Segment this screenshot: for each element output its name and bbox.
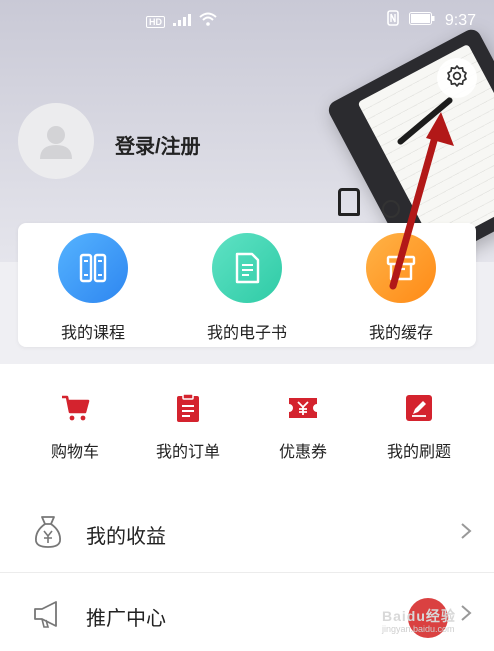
order-icon xyxy=(133,393,243,423)
my-cache-button[interactable]: 我的缓存 xyxy=(331,233,471,343)
cart-icon xyxy=(20,393,130,423)
shopping-cart-button[interactable]: 购物车 xyxy=(20,393,130,462)
exercise-icon xyxy=(364,393,474,423)
user-silhouette-icon xyxy=(40,126,72,159)
my-orders-button[interactable]: 我的订单 xyxy=(133,393,243,462)
clock: 9:37 xyxy=(444,11,476,29)
battery-icon xyxy=(408,11,435,30)
chevron-right-icon xyxy=(460,522,472,545)
baidu-jingyan-watermark: Baidu经验 jingyan.baidu.com xyxy=(378,598,478,638)
watermark-url: jingyan.baidu.com xyxy=(382,624,455,634)
my-content-card: 我的课程 我的电子书 我的缓存 xyxy=(18,223,476,347)
books-icon xyxy=(58,233,128,303)
my-ebooks-label: 我的电子书 xyxy=(206,325,287,342)
watermark-brand: Baidu经验 xyxy=(382,608,456,624)
binder-clip-decoration xyxy=(338,188,360,216)
status-bar: HD 9:37 xyxy=(0,0,494,40)
wifi-icon xyxy=(199,12,217,31)
download-box-icon xyxy=(366,233,436,303)
ebook-icon xyxy=(212,233,282,303)
my-exercises-label: 我的刷题 xyxy=(386,444,451,461)
money-bag-icon xyxy=(30,514,66,550)
nfc-icon xyxy=(387,10,399,31)
my-orders-label: 我的订单 xyxy=(155,444,220,461)
my-courses-label: 我的课程 xyxy=(60,325,125,342)
my-cache-label: 我的缓存 xyxy=(368,325,433,342)
my-earnings-label: 我的收益 xyxy=(86,526,166,548)
hd-badge: HD xyxy=(146,15,165,28)
settings-button[interactable] xyxy=(437,58,477,98)
my-exercises-button[interactable]: 我的刷题 xyxy=(364,393,474,462)
my-earnings-row[interactable]: 我的收益 xyxy=(0,492,494,572)
shopping-cart-label: 购物车 xyxy=(50,444,99,461)
avatar[interactable] xyxy=(18,103,94,179)
glasses-decoration xyxy=(382,200,400,218)
signal-icon xyxy=(173,13,191,31)
login-register-link[interactable]: 登录/注册 xyxy=(115,130,201,159)
gear-icon xyxy=(445,64,469,93)
megaphone-icon xyxy=(30,596,66,632)
my-ebooks-button[interactable]: 我的电子书 xyxy=(177,233,317,343)
coupon-icon xyxy=(248,393,358,423)
promotion-center-label: 推广中心 xyxy=(86,608,166,630)
my-courses-button[interactable]: 我的课程 xyxy=(23,233,163,343)
coupons-label: 优惠券 xyxy=(278,444,327,461)
divider xyxy=(0,572,494,573)
coupons-button[interactable]: 优惠券 xyxy=(248,393,358,462)
